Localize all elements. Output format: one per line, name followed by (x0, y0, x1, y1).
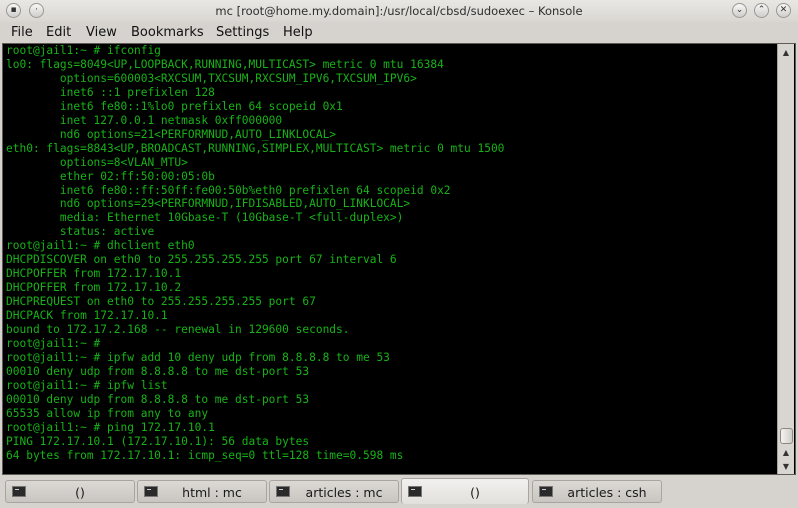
terminal-icon (276, 486, 290, 497)
menu-bar: File Edit View Bookmarks Settings Help (0, 22, 798, 43)
menu-help[interactable]: Help (283, 25, 313, 40)
terminal-line: inet 127.0.0.1 netmask 0xff000000 (6, 113, 283, 127)
terminal-icon (12, 486, 26, 497)
terminal-line: options=600003<RXCSUM,TXCSUM,RXCSUM_IPV6… (6, 71, 417, 85)
terminal-line: inet6 fe80::1%lo0 prefixlen 64 scopeid 0… (6, 99, 343, 113)
terminal-line: 65535 allow ip from any to any (6, 406, 209, 420)
terminal-line: eth0: flags=8843<UP,BROADCAST,RUNNING,SI… (6, 141, 505, 155)
terminal-line: ether 02:ff:50:00:05:0b (6, 169, 215, 183)
terminal-line: media: Ethernet 10Gbase-T (10Gbase-T <fu… (6, 211, 404, 225)
window-menu-icon[interactable]: ▪ (6, 3, 21, 18)
terminal-line: DHCPOFFER from 172.17.10.2 (6, 281, 182, 295)
scroll-down-icon[interactable]: ▼ (779, 459, 793, 473)
window-title: mc [root@home.my.domain]:/usr/local/cbsd… (215, 4, 583, 18)
tab-label: html : mc (182, 485, 242, 500)
terminal-icon (539, 486, 553, 497)
menu-view[interactable]: View (86, 25, 117, 40)
maximize-icon[interactable]: ⌃ (754, 3, 769, 18)
terminal-line: nd6 options=29<PERFORMNUD,IFDISABLED,AUT… (6, 197, 411, 211)
terminal-line: root@jail1:~ # (6, 337, 101, 351)
terminal-line: options=8<VLAN_MTU> (6, 155, 188, 169)
tab-3[interactable]: articles : mc (269, 480, 399, 503)
terminal-line: inet6 ::1 prefixlen 128 (6, 85, 215, 99)
close-icon[interactable]: ✕ (776, 3, 791, 18)
terminal-line: DHCPREQUEST on eth0 to 255.255.255.255 p… (6, 295, 316, 309)
terminal-line: nd6 options=21<PERFORMNUD,AUTO_LINKLOCAL… (6, 127, 337, 141)
terminal-line: root@jail1:~ # dhclient eth0 (6, 239, 195, 253)
menu-bookmarks[interactable]: Bookmarks (131, 25, 204, 40)
terminal-line: inet6 fe80::ff:50ff:fe00:50b%eth0 prefix… (6, 183, 451, 197)
terminal-line: 00010 deny udp from 8.8.8.8 to me dst-po… (6, 364, 310, 378)
tab-label: () (75, 485, 85, 500)
terminal-line: 00010 deny udp from 8.8.8.8 to me dst-po… (6, 392, 310, 406)
terminal-line: root@jail1:~ # ipfw add 10 deny udp from… (6, 350, 390, 364)
scroll-up-icon[interactable]: ▲ (779, 45, 793, 59)
tab-2[interactable]: html : mc (137, 480, 267, 503)
terminal-line: DHCPOFFER from 172.17.10.1 (6, 267, 182, 281)
scrollbar-thumb[interactable] (780, 428, 793, 444)
tab-label: () (470, 485, 480, 500)
tab-label: articles : mc (305, 485, 383, 500)
menu-file[interactable]: File (11, 25, 33, 40)
terminal-line: DHCPDISCOVER on eth0 to 255.255.255.255 … (6, 253, 397, 267)
terminal-line: PING 172.17.10.1 (172.17.10.1): 56 data … (6, 434, 310, 448)
title-bar: ▪ · mc [root@home.my.domain]:/usr/local/… (0, 0, 798, 23)
terminal-output[interactable]: root@jail1:~ # ifconfig lo0: flags=8049<U… (6, 44, 776, 474)
tab-bar: () html : mc articles : mc () articles :… (0, 476, 798, 508)
terminal-frame: root@jail1:~ # ifconfig lo0: flags=8049<U… (2, 43, 796, 475)
terminal-line: root@jail1:~ # ifconfig (6, 44, 161, 57)
menu-settings[interactable]: Settings (216, 25, 269, 40)
terminal-line: bound to 172.17.2.168 -- renewal in 1296… (6, 323, 350, 337)
tab-5[interactable]: articles : csh (532, 480, 662, 503)
terminal-scrollbar[interactable]: ▲ ▲ ▼ (777, 44, 794, 474)
pin-icon[interactable]: · (29, 3, 44, 18)
terminal-line: lo0: flags=8049<UP,LOOPBACK,RUNNING,MULT… (6, 57, 444, 71)
terminal-line: root@jail1:~ # ping 172.17.10.1 (6, 420, 215, 434)
terminal-icon (144, 486, 158, 497)
tab-4[interactable]: () (401, 478, 529, 504)
menu-edit[interactable]: Edit (46, 25, 71, 40)
terminal-line: status: active (6, 225, 155, 239)
terminal-line: 64 bytes from 172.17.10.1: icmp_seq=0 tt… (6, 448, 404, 462)
terminal-line: root@jail1:~ # ipfw list (6, 378, 168, 392)
tab-1[interactable]: () (5, 480, 135, 503)
tab-label: articles : csh (567, 485, 647, 500)
terminal-line: DHCPACK from 172.17.10.1 (6, 309, 168, 323)
scroll-up-icon[interactable]: ▲ (779, 445, 793, 459)
minimize-icon[interactable]: ⌄ (732, 3, 747, 18)
terminal-icon (408, 486, 422, 497)
